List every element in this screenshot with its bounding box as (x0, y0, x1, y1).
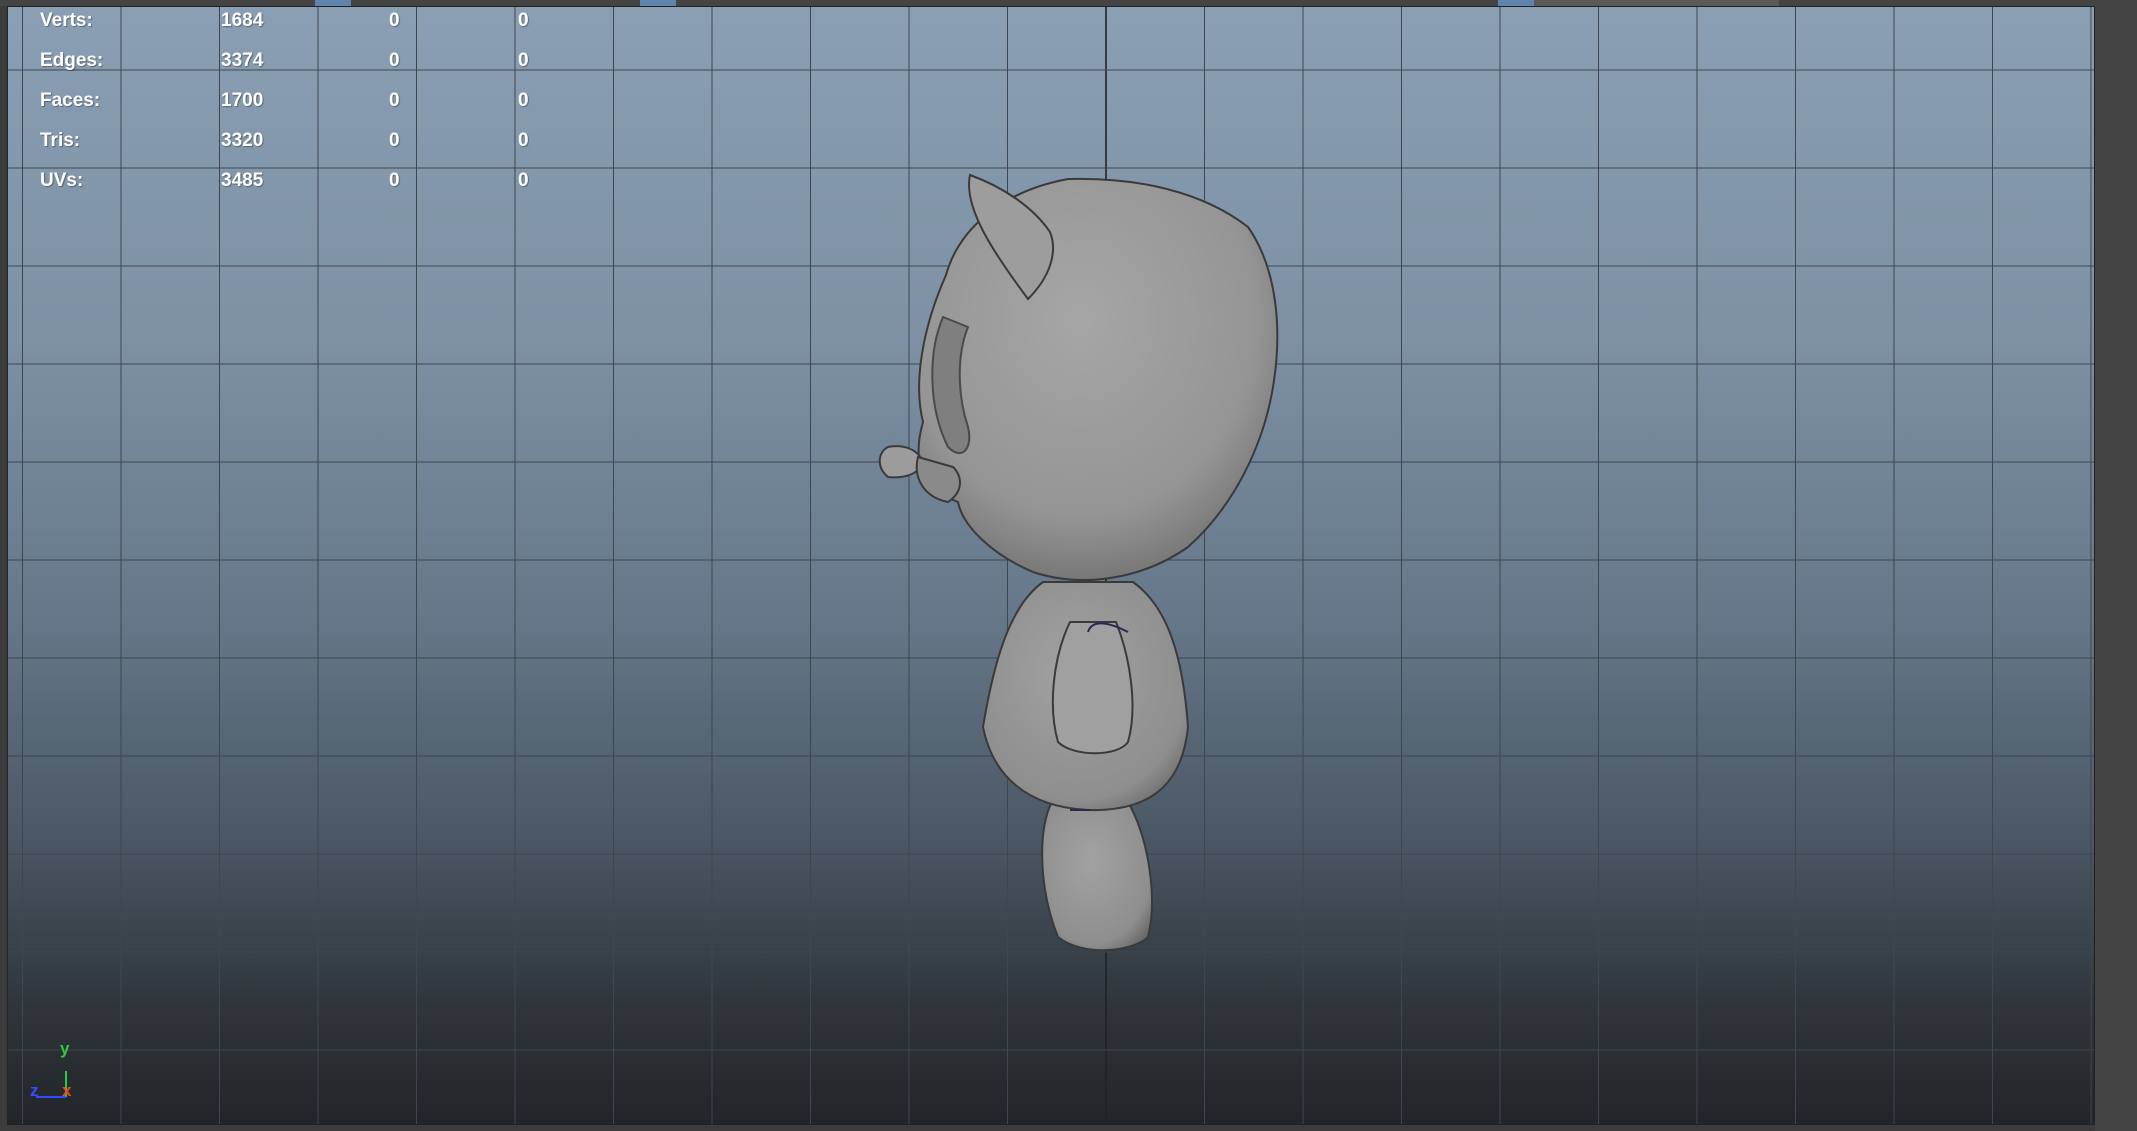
poly-count-hud: Verts: 1684 0 0 Edges: 3374 0 0 Faces: 1700 0 0 Tris… (8, 7, 568, 207)
maya-window: Verts: 1684 0 0 Edges: 3374 0 0 Faces: 1700 0 0 Tris… (0, 0, 2137, 1131)
model-head (917, 177, 1279, 581)
hud-value-selected: 3374 (221, 50, 264, 71)
hud-value-col3: 0 (518, 50, 529, 71)
hud-value-col2: 0 (389, 90, 400, 111)
hud-label: Faces: (40, 90, 101, 111)
hud-value-col2: 0 (389, 50, 400, 71)
window-right-border (2095, 0, 2137, 1131)
3d-viewport[interactable]: Verts: 1684 0 0 Edges: 3374 0 0 Faces: 1700 0 0 Tris… (7, 6, 2095, 1125)
model-tail (1041, 801, 1153, 952)
hud-value-selected: 1684 (221, 10, 264, 31)
hud-value-col3: 0 (518, 170, 529, 191)
hud-value-col3: 0 (518, 10, 529, 31)
axis-z-label: z (30, 1081, 39, 1100)
hud-label: Verts: (40, 10, 93, 31)
hud-value-selected: 3485 (221, 170, 264, 191)
hud-value-col2: 0 (389, 130, 400, 151)
hud-value-col3: 0 (518, 130, 529, 151)
hud-value-selected: 3320 (221, 130, 264, 151)
hud-value-col3: 0 (518, 90, 529, 111)
model-arm (1051, 621, 1134, 755)
hud-label: Edges: (40, 50, 104, 71)
hud-label: Tris: (40, 130, 81, 151)
hud-value-col2: 0 (389, 170, 400, 191)
axis-y-label: y (60, 1039, 70, 1058)
view-axis-indicator: y z x (22, 1039, 82, 1107)
hud-value-col2: 0 (389, 10, 400, 31)
hud-value-selected: 1700 (221, 90, 264, 111)
axis-x-label: x (62, 1081, 72, 1100)
hud-label: UVs: (40, 170, 84, 191)
